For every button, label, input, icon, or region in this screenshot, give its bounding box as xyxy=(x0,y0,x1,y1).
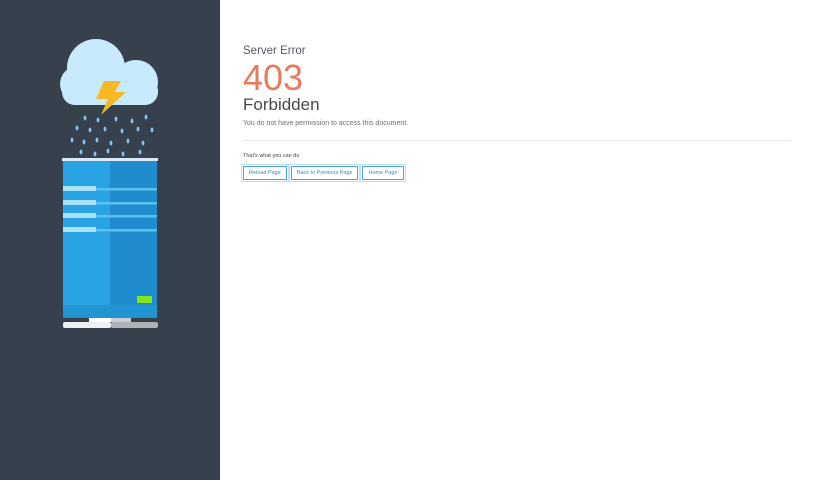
home-page-button[interactable]: Home Page xyxy=(360,164,406,182)
error-subtitle: Server Error xyxy=(243,45,306,57)
actions-heading: That's what you can do xyxy=(243,153,300,159)
error-code: 403 xyxy=(243,57,304,98)
error-title: Forbidden xyxy=(243,95,320,114)
sidebar xyxy=(0,0,220,480)
back-to-previous-page-button[interactable]: Back to Previous Page xyxy=(288,164,361,182)
error-message: You do not have permission to access thi… xyxy=(243,120,409,127)
actions-group: Reload Page Back to Previous Page Home P… xyxy=(241,164,406,182)
error-page: Server Error 403 Forbidden You do not ha… xyxy=(0,0,815,480)
server-illustration xyxy=(60,39,158,328)
rain-icon xyxy=(70,114,154,157)
divider xyxy=(243,140,791,141)
status-led xyxy=(137,296,152,303)
server-icon xyxy=(62,158,158,328)
reload-page-button[interactable]: Reload Page xyxy=(241,164,289,182)
